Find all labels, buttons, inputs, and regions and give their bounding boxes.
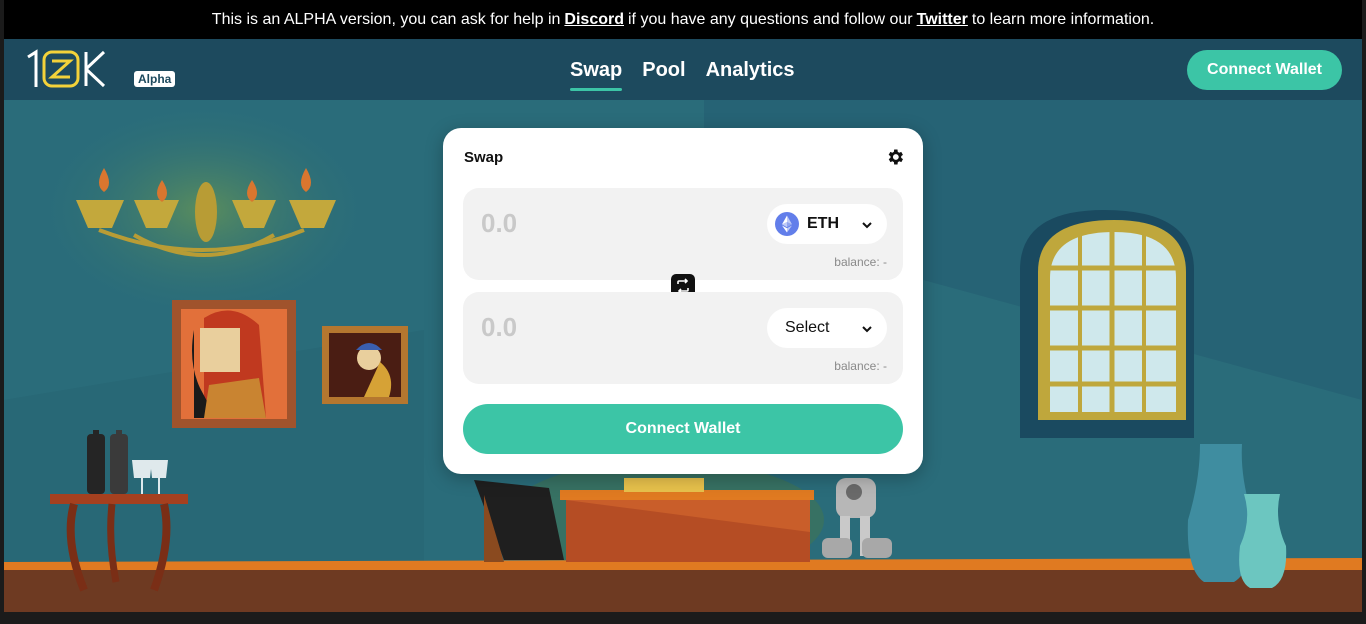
bottom-bar <box>0 612 1366 624</box>
game-table <box>560 478 814 562</box>
from-token-select[interactable]: ETH <box>767 204 887 244</box>
from-balance: balance: - <box>834 255 887 269</box>
tab-analytics[interactable]: Analytics <box>706 59 795 88</box>
portrait-painting <box>172 300 296 428</box>
to-amount-input[interactable] <box>481 312 681 343</box>
banner-text-before: This is an ALPHA version, you can ask fo… <box>211 10 561 28</box>
nav-tabs: Swap Pool Analytics <box>570 59 795 91</box>
connect-wallet-button[interactable]: Connect Wallet <box>1187 50 1342 90</box>
tab-pool[interactable]: Pool <box>642 59 685 88</box>
pearl-earring-painting <box>322 326 408 404</box>
banner-text-after: to learn more information. <box>971 10 1155 28</box>
from-amount-input[interactable] <box>481 208 681 239</box>
tab-swap[interactable]: Swap <box>570 59 623 91</box>
alpha-banner: This is an ALPHA version, you can ask fo… <box>4 0 1362 39</box>
logo-mark <box>27 49 106 88</box>
banner-text-middle: if you have any questions and follow our <box>628 10 913 28</box>
from-token-label: ETH <box>807 215 839 232</box>
to-token-box: Select balance: - <box>463 292 903 384</box>
to-token-label: Select <box>785 319 830 336</box>
chevron-down-icon <box>862 222 872 229</box>
logo[interactable]: Alpha <box>24 49 176 89</box>
chevron-down-icon <box>862 326 872 333</box>
window <box>1020 210 1194 438</box>
gear-icon[interactable] <box>885 147 905 167</box>
top-nav: Alpha Swap Pool Analytics Connect Wallet <box>4 39 1362 100</box>
swap-title: Swap <box>464 149 504 166</box>
from-token-box: ETH balance: - <box>463 188 903 280</box>
discord-link[interactable]: Discord <box>564 11 624 29</box>
to-balance: balance: - <box>834 359 887 373</box>
twitter-link[interactable]: Twitter <box>917 11 968 29</box>
to-token-select[interactable]: Select <box>767 308 887 348</box>
swap-card: Swap ETH balance: <box>443 128 923 474</box>
swap-connect-wallet-button[interactable]: Connect Wallet <box>463 404 903 454</box>
ethereum-icon <box>775 212 799 236</box>
app-frame: This is an ALPHA version, you can ask fo… <box>4 0 1362 612</box>
alpha-badge: Alpha <box>134 71 176 87</box>
